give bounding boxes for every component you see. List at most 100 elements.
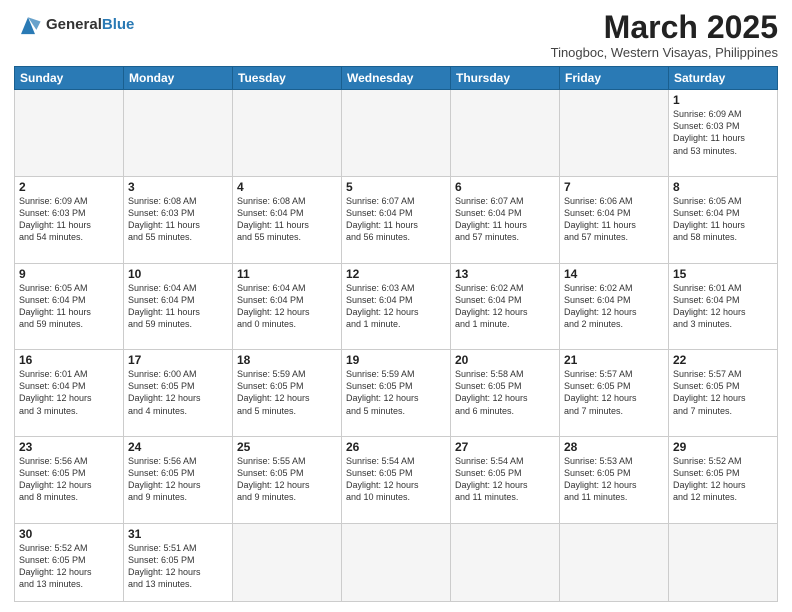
day-info: Sunrise: 6:09 AMSunset: 6:03 PMDaylight:… [673, 109, 745, 155]
day-cell: 31Sunrise: 5:51 AMSunset: 6:05 PMDayligh… [124, 523, 233, 601]
day-cell: 5 Sunrise: 6:07 AMSunset: 6:04 PMDaylight… [342, 176, 451, 263]
day-number: 1 [673, 93, 773, 107]
day-cell: 1 Sunrise: 6:09 AMSunset: 6:03 PMDaylight… [669, 90, 778, 177]
day-cell: 16 Sunrise: 6:01 AMSunset: 6:04 PMDayligh… [15, 350, 124, 437]
day-number: 20 [455, 353, 555, 367]
day-cell: 26 Sunrise: 5:54 AMSunset: 6:05 PMDayligh… [342, 436, 451, 523]
day-cell [233, 90, 342, 177]
day-cell: 3 Sunrise: 6:08 AMSunset: 6:03 PMDaylight… [124, 176, 233, 263]
month-title: March 2025 [551, 10, 778, 45]
day-number: 24 [128, 440, 228, 454]
week-row-4: 16 Sunrise: 6:01 AMSunset: 6:04 PMDayligh… [15, 350, 778, 437]
weekday-header-monday: Monday [124, 67, 233, 90]
day-cell: 15 Sunrise: 6:01 AMSunset: 6:04 PMDayligh… [669, 263, 778, 350]
day-cell: 2 Sunrise: 6:09 AMSunset: 6:03 PMDaylight… [15, 176, 124, 263]
week-row-6: 30 Sunrise: 5:52 AMSunset: 6:05 PMDayligh… [15, 523, 778, 601]
week-row-3: 9 Sunrise: 6:05 AMSunset: 6:04 PMDaylight… [15, 263, 778, 350]
weekday-header-friday: Friday [560, 67, 669, 90]
day-info: Sunrise: 6:08 AMSunset: 6:03 PMDaylight:… [128, 196, 200, 242]
day-info: Sunrise: 6:00 AMSunset: 6:05 PMDaylight:… [128, 369, 201, 415]
day-number: 9 [19, 267, 119, 281]
day-cell: 9 Sunrise: 6:05 AMSunset: 6:04 PMDaylight… [15, 263, 124, 350]
day-number: 12 [346, 267, 446, 281]
day-number: 29 [673, 440, 773, 454]
day-number: 2 [19, 180, 119, 194]
week-row-5: 23 Sunrise: 5:56 AMSunset: 6:05 PMDayligh… [15, 436, 778, 523]
weekday-header-saturday: Saturday [669, 67, 778, 90]
day-cell: 24 Sunrise: 5:56 AMSunset: 6:05 PMDayligh… [124, 436, 233, 523]
day-info: Sunrise: 5:59 AMSunset: 6:05 PMDaylight:… [237, 369, 310, 415]
day-number: 28 [564, 440, 664, 454]
day-number: 19 [346, 353, 446, 367]
weekday-header-tuesday: Tuesday [233, 67, 342, 90]
day-number: 17 [128, 353, 228, 367]
calendar-table: SundayMondayTuesdayWednesdayThursdayFrid… [14, 66, 778, 602]
day-cell: 19 Sunrise: 5:59 AMSunset: 6:05 PMDayligh… [342, 350, 451, 437]
day-info: Sunrise: 5:57 AMSunset: 6:05 PMDaylight:… [564, 369, 637, 415]
day-number: 15 [673, 267, 773, 281]
day-info: Sunrise: 6:01 AMSunset: 6:04 PMDaylight:… [19, 369, 92, 415]
day-number: 11 [237, 267, 337, 281]
day-cell: 28Sunrise: 5:53 AMSunset: 6:05 PMDayligh… [560, 436, 669, 523]
day-info: Sunrise: 6:08 AMSunset: 6:04 PMDaylight:… [237, 196, 309, 242]
week-row-2: 2 Sunrise: 6:09 AMSunset: 6:03 PMDaylight… [15, 176, 778, 263]
day-cell: 7Sunrise: 6:06 AMSunset: 6:04 PMDaylight… [560, 176, 669, 263]
day-cell [451, 90, 560, 177]
weekday-header-row: SundayMondayTuesdayWednesdayThursdayFrid… [15, 67, 778, 90]
day-cell: 20 Sunrise: 5:58 AMSunset: 6:05 PMDayligh… [451, 350, 560, 437]
day-cell: 22Sunrise: 5:57 AMSunset: 6:05 PMDayligh… [669, 350, 778, 437]
day-cell: 27Sunrise: 5:54 AMSunset: 6:05 PMDayligh… [451, 436, 560, 523]
day-cell [560, 523, 669, 601]
day-cell [451, 523, 560, 601]
day-info: Sunrise: 5:58 AMSunset: 6:05 PMDaylight:… [455, 369, 528, 415]
day-number: 3 [128, 180, 228, 194]
weekday-header-wednesday: Wednesday [342, 67, 451, 90]
day-info: Sunrise: 6:07 AMSunset: 6:04 PMDaylight:… [455, 196, 527, 242]
day-info: Sunrise: 5:56 AMSunset: 6:05 PMDaylight:… [128, 456, 201, 502]
day-cell: 30 Sunrise: 5:52 AMSunset: 6:05 PMDayligh… [15, 523, 124, 601]
day-cell: 4Sunrise: 6:08 AMSunset: 6:04 PMDaylight… [233, 176, 342, 263]
day-cell [342, 523, 451, 601]
day-cell [124, 90, 233, 177]
day-cell: 18Sunrise: 5:59 AMSunset: 6:05 PMDayligh… [233, 350, 342, 437]
day-number: 16 [19, 353, 119, 367]
header: GeneralBlue March 2025 Tinogboc, Western… [14, 10, 778, 60]
day-info: Sunrise: 5:59 AMSunset: 6:05 PMDaylight:… [346, 369, 419, 415]
day-info: Sunrise: 5:52 AMSunset: 6:05 PMDaylight:… [19, 543, 92, 589]
day-number: 30 [19, 527, 119, 541]
day-cell: 8Sunrise: 6:05 AMSunset: 6:04 PMDaylight… [669, 176, 778, 263]
day-info: Sunrise: 5:56 AMSunset: 6:05 PMDaylight:… [19, 456, 92, 502]
day-info: Sunrise: 6:07 AMSunset: 6:04 PMDaylight:… [346, 196, 418, 242]
day-info: Sunrise: 6:04 AMSunset: 6:04 PMDaylight:… [237, 283, 310, 329]
title-block: March 2025 Tinogboc, Western Visayas, Ph… [551, 10, 778, 60]
day-number: 5 [346, 180, 446, 194]
page: GeneralBlue March 2025 Tinogboc, Western… [0, 0, 792, 612]
day-cell [560, 90, 669, 177]
day-info: Sunrise: 5:55 AMSunset: 6:05 PMDaylight:… [237, 456, 310, 502]
day-number: 27 [455, 440, 555, 454]
day-info: Sunrise: 5:54 AMSunset: 6:05 PMDaylight:… [346, 456, 419, 502]
day-number: 13 [455, 267, 555, 281]
weekday-header-sunday: Sunday [15, 67, 124, 90]
logo-text: GeneralBlue [46, 16, 134, 34]
weekday-header-thursday: Thursday [451, 67, 560, 90]
day-info: Sunrise: 6:03 AMSunset: 6:04 PMDaylight:… [346, 283, 419, 329]
day-number: 8 [673, 180, 773, 194]
day-number: 10 [128, 267, 228, 281]
day-cell: 6 Sunrise: 6:07 AMSunset: 6:04 PMDaylight… [451, 176, 560, 263]
week-row-1: 1 Sunrise: 6:09 AMSunset: 6:03 PMDaylight… [15, 90, 778, 177]
day-number: 23 [19, 440, 119, 454]
day-info: Sunrise: 6:05 AMSunset: 6:04 PMDaylight:… [19, 283, 91, 329]
day-number: 7 [564, 180, 664, 194]
day-info: Sunrise: 6:09 AMSunset: 6:03 PMDaylight:… [19, 196, 91, 242]
day-info: Sunrise: 6:02 AMSunset: 6:04 PMDaylight:… [564, 283, 637, 329]
day-info: Sunrise: 6:01 AMSunset: 6:04 PMDaylight:… [673, 283, 746, 329]
day-info: Sunrise: 6:02 AMSunset: 6:04 PMDaylight:… [455, 283, 528, 329]
day-info: Sunrise: 5:51 AMSunset: 6:05 PMDaylight:… [128, 543, 201, 589]
day-cell: 23 Sunrise: 5:56 AMSunset: 6:05 PMDayligh… [15, 436, 124, 523]
day-cell: 10Sunrise: 6:04 AMSunset: 6:04 PMDayligh… [124, 263, 233, 350]
day-number: 26 [346, 440, 446, 454]
day-info: Sunrise: 5:57 AMSunset: 6:05 PMDaylight:… [673, 369, 746, 415]
day-number: 6 [455, 180, 555, 194]
day-number: 14 [564, 267, 664, 281]
